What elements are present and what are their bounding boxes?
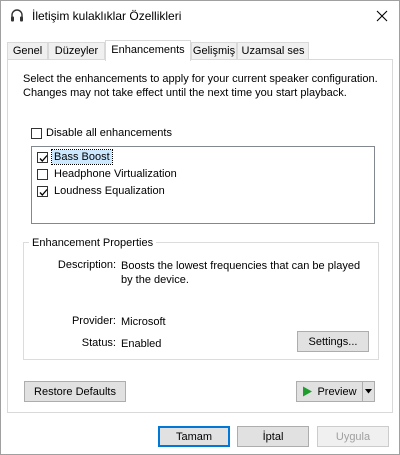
tab-label: Gelişmiş	[192, 45, 236, 57]
tab-general[interactable]: Genel	[7, 42, 48, 59]
ok-button[interactable]: Tamam	[158, 426, 230, 447]
enhancements-list[interactable]: Bass Boost Headphone Virtualization Loud…	[31, 146, 375, 224]
play-icon	[303, 386, 313, 397]
list-item-bass-boost[interactable]: Bass Boost	[37, 149, 113, 165]
dropdown-arrow-icon	[365, 389, 372, 394]
close-icon	[376, 10, 388, 22]
bass-boost-label: Bass Boost	[51, 149, 113, 165]
headphone-virtualization-checkbox[interactable]	[37, 168, 48, 180]
tab-enhancements[interactable]: Enhancements	[105, 40, 191, 61]
cancel-label: İptal	[262, 430, 284, 443]
restore-defaults-button[interactable]: Restore Defaults	[24, 381, 126, 402]
checkmark-icon	[39, 154, 48, 162]
restore-defaults-label: Restore Defaults	[34, 385, 116, 398]
apply-label: Uygula	[335, 430, 371, 443]
list-item-headphone-virtualization[interactable]: Headphone Virtualization	[37, 166, 179, 182]
provider-label: Provider:	[71, 315, 116, 327]
tab-spatial-sound[interactable]: Uzamsal ses	[237, 42, 309, 59]
preview-label: Preview	[317, 385, 357, 398]
headphone-virtualization-label: Headphone Virtualization	[54, 168, 177, 180]
list-item-loudness-equalization[interactable]: Loudness Equalization	[37, 183, 167, 199]
tab-advanced[interactable]: Gelişmiş	[191, 42, 237, 59]
properties-dialog: İletişim kulaklıklar Özellikleri Genel D…	[0, 0, 400, 455]
disable-all-checkbox[interactable]	[31, 127, 42, 139]
loudness-equalization-label: Loudness Equalization	[54, 185, 165, 197]
tab-label: Uzamsal ses	[241, 45, 305, 57]
settings-button[interactable]: Settings...	[297, 331, 369, 352]
cancel-button[interactable]: İptal	[237, 426, 309, 447]
window-title: İletişim kulaklıklar Özellikleri	[32, 9, 182, 23]
tab-levels[interactable]: Düzeyler	[48, 42, 105, 59]
description-value: Boosts the lowest frequencies that can b…	[121, 260, 361, 286]
provider-value: Microsoft	[121, 316, 166, 328]
disable-all-label: Disable all enhancements	[46, 127, 172, 139]
title-bar: İletişim kulaklıklar Özellikleri	[1, 1, 399, 31]
loudness-equalization-checkbox[interactable]	[37, 185, 48, 197]
settings-button-label: Settings...	[308, 335, 358, 348]
enhancement-properties-title: Enhancement Properties	[29, 237, 157, 249]
headset-icon	[9, 8, 25, 24]
apply-button[interactable]: Uygula	[317, 426, 389, 447]
enhancements-description: Select the enhancements to apply for you…	[23, 73, 378, 99]
tab-label: Genel	[12, 45, 43, 57]
bass-boost-checkbox[interactable]	[37, 151, 48, 163]
disable-all-row[interactable]: Disable all enhancements	[31, 127, 172, 139]
ok-label: Tamam	[175, 430, 213, 443]
preview-button[interactable]: Preview	[296, 381, 363, 402]
status-value: Enabled	[121, 338, 162, 350]
tab-label: Enhancements	[111, 44, 185, 56]
tab-label: Düzeyler	[54, 45, 99, 57]
preview-dropdown-button[interactable]	[362, 381, 375, 402]
status-label: Status:	[81, 337, 116, 349]
description-label: Description:	[57, 259, 116, 271]
close-button[interactable]	[371, 5, 393, 27]
checkmark-icon	[39, 188, 48, 196]
